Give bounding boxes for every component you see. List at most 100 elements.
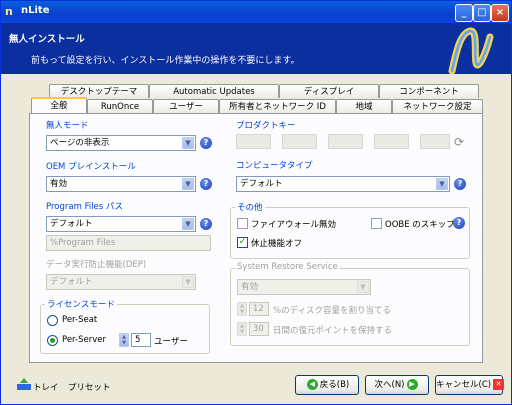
unattended-mode-value: ページの非表示 [50,138,110,148]
chevron-down-icon: ▼ [182,218,194,230]
cancel-button-label: キャンセル(C) [436,380,492,390]
program-files-select[interactable]: デフォルト ▼ [46,216,196,232]
per-seat-radio[interactable] [47,315,58,326]
back-button[interactable]: ◀ 戻る(B) [295,375,359,395]
nlite-n-icon: n [5,5,13,18]
dep-group: データ実行防止機能(DEP) デフォルト ▼ [40,258,218,295]
other-legend: その他 [235,201,265,213]
users-label: ユーザー [154,337,188,347]
system-restore-value: 有効 [241,282,259,292]
general-tab-panel: 無人モード ページの非表示 ▼ ? OEM プレインストール 有効 ▼ ? Pr… [29,113,483,363]
tab-region[interactable]: 地域 [336,99,392,113]
nlite-logo-icon [438,23,504,74]
back-arrow-icon: ◀ [306,379,318,390]
maximize-button[interactable]: □ [473,4,491,22]
computer-type-legend: コンピュータタイプ [234,159,315,171]
cancel-x-icon: ✕ [493,379,505,390]
chevron-down-icon: ▼ [182,276,194,288]
program-files-value: デフォルト [50,219,93,229]
program-files-group: Program Files パス デフォルト ▼ ? %Program File… [40,200,218,255]
product-key-field-1[interactable] [236,134,271,149]
tab-desktop-theme[interactable]: デスクトップテーマ [49,84,149,98]
oobe-skip-checkbox[interactable] [371,218,382,229]
tab-row-back: デスクトップテーマ Automatic Updates ディスプレイ コンポーネ… [49,84,489,98]
oem-preinstall-value: 有効 [50,179,68,189]
unattended-mode-select[interactable]: ページの非表示 ▼ [46,135,196,151]
disk-percent-spin-buttons[interactable]: ▲ ▼ [237,302,247,316]
preset-link[interactable]: プリセット [68,381,111,393]
product-key-legend: プロダクトキー [234,119,298,131]
chevron-down-icon: ▼ [357,281,369,293]
chevron-down-icon: ▼ [182,137,194,149]
per-server-radio[interactable] [47,335,58,346]
back-button-label: 戻る(B) [319,380,350,390]
nlite-window: n nLite _ □ × 無人インストール 前もって設定を行い、インストール作… [0,0,512,405]
tab-row-front: 全般 RunOnce ユーザー 所有者とネットワーク ID 地域 ネットワーク設… [31,97,483,113]
users-spin-buttons[interactable]: ▲ ▼ [119,333,129,347]
dep-select[interactable]: デフォルト ▼ [46,274,196,290]
system-restore-select[interactable]: 有効 ▼ [237,279,371,295]
per-seat-label: Per-Seat [62,315,98,325]
unattended-mode-legend: 無人モード [44,119,91,131]
next-arrow-icon: ▶ [406,379,418,390]
cancel-button[interactable]: キャンセル(C) ✕ [435,375,505,395]
next-button-label: 次へ(N) [374,380,405,390]
unattended-mode-group: 無人モード ページの非表示 ▼ ? [40,119,218,156]
minimize-button[interactable]: _ [455,4,473,22]
computer-type-value: デフォルト [240,179,283,189]
chevron-down-icon: ▼ [182,178,194,190]
tab-general[interactable]: 全般 [31,97,87,113]
hibernate-off-checkbox[interactable]: ✓ [237,237,248,248]
disk-percent-field[interactable]: 12 [249,302,269,316]
license-mode-group: ライセンスモード Per-Seat Per-Server ▲ ▼ 5 ユーザー [40,298,210,354]
system-restore-group: System Restore Service 有効 ▼ ▲ ▼ 12 %のディスク… [230,262,470,346]
oobe-skip-label: OOBE のスキップ [385,220,455,230]
product-key-field-4[interactable] [374,134,409,149]
program-files-path-field[interactable]: %Program Files [46,235,211,251]
refresh-icon[interactable]: ⟳ [454,135,464,149]
tray-link[interactable]: トレイ [33,381,59,393]
page-subtitle: 前もって設定を行い、インストール作業中の操作を不要にします。 [31,56,300,66]
restore-days-label: 日間の復元ポイントを保持する [273,326,393,336]
disk-percent-label: %のディスク容量を割り当てる [273,306,391,316]
next-button[interactable]: 次へ(N) ▶ [365,375,429,395]
other-group: その他 ファイアウォール無効 OOBE のスキップ ? ✓ 休止機能オフ [230,201,470,259]
page-title: 無人インストール [9,34,85,45]
license-mode-legend: ライセンスモード [45,298,117,310]
chevron-down-icon: ▼ [436,178,448,190]
help-icon[interactable]: ? [200,137,212,149]
computer-type-select[interactable]: デフォルト ▼ [236,176,450,192]
firewall-disable-checkbox[interactable] [237,218,248,229]
computer-type-group: コンピュータタイプ デフォルト ▼ ? [230,159,470,196]
window-title: nLite [21,5,50,16]
restore-days-field[interactable]: 30 [249,322,269,336]
dep-legend: データ実行防止機能(DEP) [44,258,149,270]
dep-value: デフォルト [50,277,93,287]
tab-display[interactable]: ディスプレイ [279,84,379,98]
help-icon[interactable]: ? [454,178,466,190]
page-header: 無人インストール 前もって設定を行い、インストール作業中の操作を不要にします。 [1,23,511,74]
per-server-label: Per-Server [62,335,106,345]
help-icon[interactable]: ? [200,178,212,190]
oem-preinstall-select[interactable]: 有効 ▼ [46,176,196,192]
title-bar[interactable]: n nLite _ □ × [1,1,511,23]
tab-users[interactable]: ユーザー [153,99,219,113]
product-key-field-3[interactable] [328,134,363,149]
tab-automatic-updates[interactable]: Automatic Updates [149,84,279,98]
close-button[interactable]: × [491,4,509,22]
product-key-field-2[interactable] [282,134,317,149]
restore-days-spin-buttons[interactable]: ▲ ▼ [237,322,247,336]
oem-preinstall-legend: OEM プレインストール [44,160,138,172]
tab-runonce[interactable]: RunOnce [87,99,153,113]
oem-preinstall-group: OEM プレインストール 有効 ▼ ? [40,160,218,197]
users-count-field[interactable]: 5 [131,333,151,347]
product-key-field-5[interactable] [420,134,450,149]
tab-components[interactable]: コンポーネント [379,84,479,98]
help-icon[interactable]: ? [200,218,212,230]
help-icon[interactable]: ? [453,217,465,229]
firewall-disable-label: ファイアウォール無効 [251,220,337,230]
tab-owner-network-id[interactable]: 所有者とネットワーク ID [219,99,336,113]
tab-network-settings[interactable]: ネットワーク設定 [392,99,483,113]
hibernate-off-label: 休止機能オフ [251,239,303,249]
program-files-legend: Program Files パス [44,200,125,212]
